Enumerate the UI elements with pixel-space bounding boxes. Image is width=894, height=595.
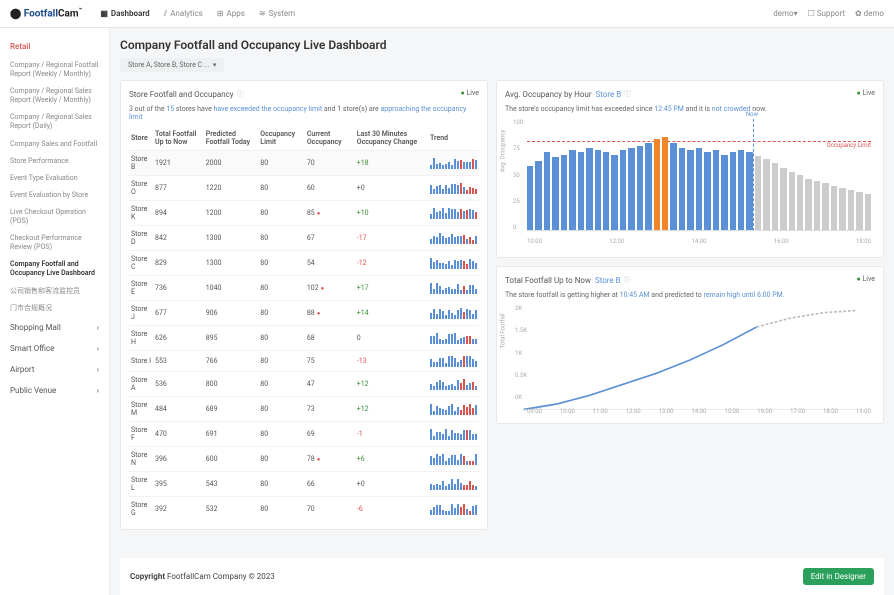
sparkline [430, 453, 477, 465]
store-link[interactable]: Store B [596, 90, 622, 99]
logo: ⬤ FootfallCam™ [10, 7, 82, 19]
live-badge: ● Live [460, 89, 479, 97]
sidebar-item[interactable]: Company Footfall and Occupancy Live Dash… [0, 256, 109, 282]
occupancy-message: The store's occupancy limit has exceeded… [505, 105, 875, 113]
sidebar-category[interactable]: Public Venue› [0, 380, 109, 401]
line-chart: Total Footfall 2K1.5K1K0.5K0K 09:0010:00… [505, 305, 875, 415]
table-row[interactable]: Store H62689580680 [129, 326, 479, 351]
sidebar-item[interactable]: Event Evaluation by Store [0, 187, 109, 204]
sparkline [430, 355, 477, 367]
live-badge: ● Live [856, 275, 875, 283]
sidebar-head-retail[interactable]: Retail [0, 38, 109, 57]
topnav-analytics[interactable]: ⫽Analytics [164, 9, 203, 19]
sidebar-item[interactable]: Company Sales and Footfall [0, 136, 109, 153]
table-row[interactable]: Store B192120008070+18 [129, 151, 479, 176]
topnav-system[interactable]: ≋System [259, 9, 295, 19]
sparkline [430, 307, 477, 319]
footer: Copyright Copyright FootfallCam Company … [120, 558, 884, 595]
panel-total-footfall: ● Live Total Footfall Up to Now Store Bⓘ… [496, 266, 884, 424]
col-header[interactable]: Predicted Footfall Today [204, 127, 259, 151]
sidebar: Retail Company / Regional Footfall Repor… [0, 28, 110, 595]
sidebar-item[interactable]: 公司销售和客流监控员 [0, 283, 109, 300]
sparkline [430, 207, 477, 219]
col-header[interactable]: Last 30 Minutes Occupancy Change [355, 127, 428, 151]
table-row[interactable]: Store D84213008067-17 [129, 226, 479, 251]
sidebar-category[interactable]: Shopping Mall› [0, 317, 109, 338]
col-header[interactable]: Trend [428, 127, 479, 151]
store-link[interactable]: Store B [595, 276, 621, 285]
sparkline [430, 157, 477, 169]
table-row[interactable]: Store G3925328070-6 [129, 497, 479, 522]
topbar: ⬤ FootfallCam™ ▦Dashboard ⫽Analytics ⊞Apps… [0, 0, 894, 28]
sidebar-category[interactable]: Smart Office› [0, 338, 109, 359]
sidebar-item[interactable]: Company / Regional Sales Report (Weekly … [0, 83, 109, 109]
sidebar-item[interactable]: Company / Regional Footfall Report (Week… [0, 57, 109, 83]
table-row[interactable]: Store M4846898073+12 [129, 397, 479, 422]
sidebar-category[interactable]: Airport› [0, 359, 109, 380]
store-filter[interactable]: Store A, Store B, Store C ... ▾ [120, 58, 224, 72]
bar-chart: Avg. Occupancy 1007550250 Occupancy Limi… [505, 119, 875, 249]
table-row[interactable]: Store N3966008078●+6 [129, 447, 479, 472]
topnav: ▦Dashboard ⫽Analytics ⊞Apps ≋System [100, 9, 295, 19]
sparkline [430, 503, 477, 515]
sparkline [430, 428, 477, 440]
col-header[interactable]: Occupancy Limit [258, 127, 305, 151]
main: ⇱ Company Footfall and Occupancy Live Da… [110, 28, 894, 595]
copyright: Copyright Copyright FootfallCam Company … [130, 572, 275, 581]
edit-designer-button[interactable]: Edit in Designer [803, 568, 874, 585]
topnav-apps[interactable]: ⊞Apps [217, 9, 245, 19]
topbar-right: demo▾ ☐ Support ✿ demo [773, 9, 884, 18]
footfall-message: The store footfall is getting higher at … [505, 291, 875, 299]
table-row[interactable]: Store E736104080102●+17 [129, 276, 479, 301]
sidebar-item[interactable]: 门市合规概况 [0, 300, 109, 317]
sidebar-item[interactable]: Event Type Evaluation [0, 170, 109, 187]
topnav-dashboard[interactable]: ▦Dashboard [100, 9, 149, 19]
table-row[interactable]: Store F4706918069-1 [129, 422, 479, 447]
support-link[interactable]: ☐ Support [808, 9, 845, 18]
sparkline [430, 332, 477, 344]
settings-menu[interactable]: ✿ demo [855, 9, 884, 18]
table-row[interactable]: Store O87712208060+0 [129, 176, 479, 201]
sparkline [430, 257, 477, 269]
sparkline [430, 403, 477, 415]
table-row[interactable]: Store J6779068088●+14 [129, 301, 479, 326]
sparkline [430, 478, 477, 490]
table-row[interactable]: Store L3955438066+0 [129, 472, 479, 497]
table-row[interactable]: Store I5537668075-13 [129, 351, 479, 372]
sparkline [430, 232, 477, 244]
col-header[interactable]: Store [129, 127, 153, 151]
sidebar-item[interactable]: Live Checkout Operation (POS) [0, 204, 109, 230]
user-menu[interactable]: demo▾ [773, 9, 797, 18]
info-icon[interactable]: ⓘ [237, 89, 244, 99]
page-title: Company Footfall and Occupancy Live Dash… [120, 38, 884, 52]
info-icon[interactable]: ⓘ [624, 275, 631, 285]
col-header[interactable]: Current Occupancy [305, 127, 355, 151]
live-badge: ● Live [856, 89, 875, 97]
table-row[interactable]: Store K89412008085●+10 [129, 201, 479, 226]
table-row[interactable]: Store A5368008047+12 [129, 372, 479, 397]
sidebar-item[interactable]: Store Performance [0, 153, 109, 170]
panel-title: Avg. Occupancy by Hour Store Bⓘ [505, 89, 875, 99]
panel-title: Store Footfall and Occupancyⓘ [129, 89, 479, 99]
col-header[interactable]: Total Footfall Up to Now [153, 127, 204, 151]
sidebar-item[interactable]: Checkout Performance Review (POS) [0, 230, 109, 256]
panel-avg-occupancy: ● Live Avg. Occupancy by Hour Store Bⓘ T… [496, 80, 884, 258]
sparkline [430, 282, 477, 294]
threshold-message: 3 out of the 15 stores have have exceede… [129, 105, 479, 121]
table-row[interactable]: Store C82913008054-12 [129, 251, 479, 276]
sparkline [430, 378, 477, 390]
panel-store-footfall: ● Live Store Footfall and Occupancyⓘ 3 o… [120, 80, 488, 530]
panel-title: Total Footfall Up to Now Store Bⓘ [505, 275, 875, 285]
store-table: StoreTotal Footfall Up to NowPredicted F… [129, 127, 479, 521]
sparkline [430, 182, 477, 194]
info-icon[interactable]: ⓘ [624, 89, 631, 99]
sidebar-item[interactable]: Company / Regional Sales Report (Daily) [0, 109, 109, 135]
